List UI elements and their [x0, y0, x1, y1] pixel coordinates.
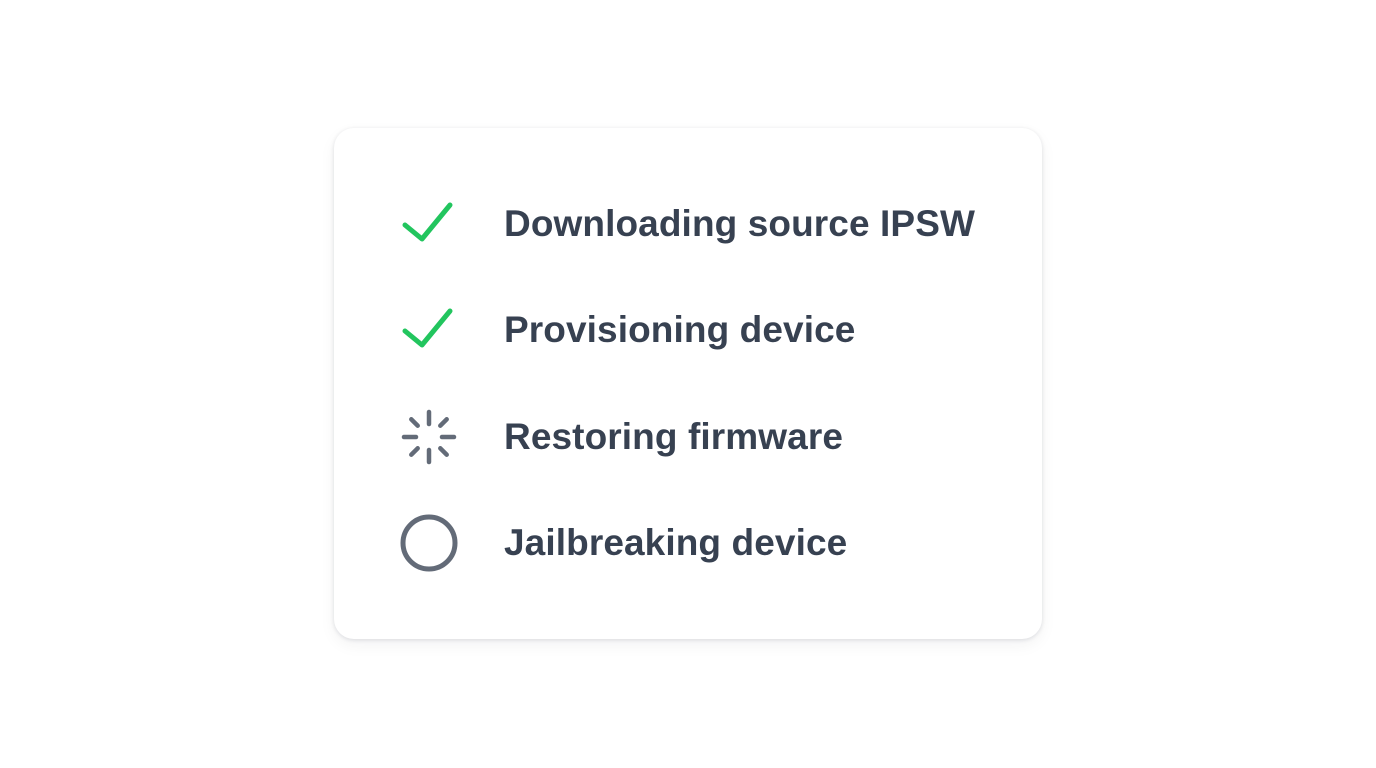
step-downloading-source-ipsw: Downloading source IPSW [398, 188, 975, 259]
step-provisioning-device: Provisioning device [398, 295, 975, 366]
step-label: Jailbreaking device [504, 522, 848, 563]
checkmark-icon [398, 299, 460, 361]
step-restoring-firmware: Restoring firmware [398, 401, 975, 472]
spinner-icon [398, 406, 460, 468]
step-list: Downloading source IPSW Provisioning dev… [398, 188, 975, 579]
step-jailbreaking-device: Jailbreaking device [398, 508, 975, 579]
checkmark-icon [398, 193, 460, 255]
progress-card: Downloading source IPSW Provisioning dev… [334, 128, 1042, 639]
step-label: Restoring firmware [504, 415, 843, 457]
step-label: Provisioning device [504, 309, 856, 350]
empty-circle-icon [398, 512, 460, 574]
step-label: Downloading source IPSW [504, 202, 975, 244]
